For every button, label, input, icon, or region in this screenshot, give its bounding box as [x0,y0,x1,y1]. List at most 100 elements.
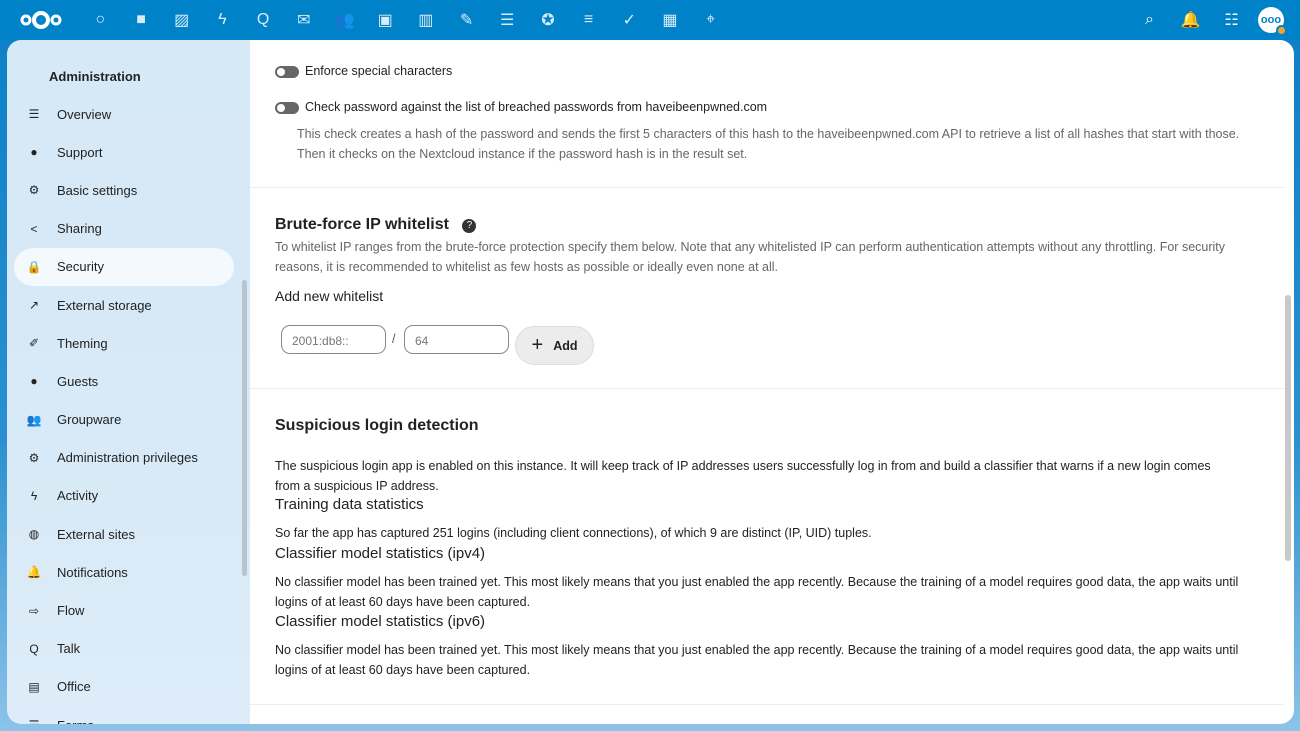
sidebar-item-overview[interactable]: ☰ Overview [14,95,234,133]
sidebar-item-label: Groupware [57,412,122,428]
globe-icon: ◍ [28,527,40,542]
enforce-special-row: Enforce special characters [275,64,1269,78]
groupware-icon: 👥 [26,412,42,427]
breached-toggle[interactable] [275,101,299,114]
ipv4-title: Classifier model statistics (ipv4) [275,545,486,562]
mail-icon[interactable]: ✉ [283,0,324,40]
plus-icon: + [531,334,544,356]
bell-icon: 🔔 [26,565,42,580]
sidebar-title: Administration [49,69,141,84]
help-icon[interactable]: ? [462,219,477,233]
contacts-icon[interactable]: 👥 [324,0,365,40]
add-whitelist-button[interactable]: + Add [515,326,594,365]
sidebar-item-sharing[interactable]: < Sharing [14,210,234,248]
sidebar-item-guests[interactable]: ● Guests [14,362,234,400]
notifications-icon[interactable]: 🔔 [1170,0,1211,40]
support-icon: ● [30,145,38,160]
sidebar-item-office[interactable]: ▤ Office [14,668,234,706]
sidebar-item-label: Guests [57,373,99,389]
external-icon: ↗ [28,298,40,313]
contacts-menu-icon[interactable]: ☷ [1211,0,1252,40]
sidebar-item-label: External sites [57,526,136,542]
talk-icon[interactable]: Q [243,0,284,40]
sidebar-item-administration-privileges[interactable]: ⚙ Administration privileges [14,439,234,477]
calendar-icon[interactable]: ▣ [365,0,406,40]
sidebar-item-label: Flow [57,603,85,619]
brush-icon: ✐ [28,336,40,351]
sidebar-item-label: External storage [57,297,152,313]
training-title: Training data statistics [275,496,424,513]
sidebar-item-flow[interactable]: ⇨ Flow [14,591,234,629]
files-icon[interactable]: ■ [121,0,162,40]
ipv4-text: No classifier model has been trained yet… [275,575,1239,609]
tasks-list-icon[interactable]: ≡ [568,0,609,40]
sidebar-item-label: Office [57,679,91,695]
search-icon[interactable]: ⌕ [1129,0,1170,40]
bruteforce-description: To whitelist IP ranges from the brute-fo… [275,240,1226,274]
sidebar-nav: ☰ Overview ● Support ⚙ Basic settings < Sharing… [14,95,234,724]
cospend-icon[interactable]: ✪ [528,0,569,40]
tasks-check-icon[interactable]: ✓ [609,0,650,40]
ipv6-title: Classifier model statistics (ipv6) [275,613,486,630]
activity-icon: ϟ [30,488,38,503]
suspicious-title: Suspicious login detection [275,417,479,434]
sidebar-item-activity[interactable]: ϟ Activity [14,477,234,515]
sidebar-item-label: Administration privileges [57,450,198,466]
header-right: ⌕ 🔔 ☷ ooo [1129,0,1300,40]
admin-icon: ⚙ [28,450,40,465]
sidebar-item-label: Overview [57,106,112,122]
content-scrollbar[interactable] [1285,295,1291,561]
sidebar-item-forms[interactable]: ☰ Forms [14,706,234,724]
sidebar-item-label: Sharing [57,221,102,237]
mask-input[interactable]: 64 [404,325,509,354]
sidebar-item-theming[interactable]: ✐ Theming [14,324,234,362]
sidebar-item-groupware[interactable]: 👥 Groupware [14,401,234,439]
office-icon: ▤ [28,679,40,694]
enforce-special-toggle[interactable] [275,65,299,78]
top-bar: ○ ■ ▨ ϟ Q ✉ 👥 ▣ ▥ ✎ ☰ ✪ ≡ ✓ ▦ ⌖ ⌕ 🔔 ☷ ooo [0,0,1300,40]
dashboard-icon[interactable]: ○ [80,0,121,40]
app-menu: ○ ■ ▨ ϟ Q ✉ 👥 ▣ ▥ ✎ ☰ ✪ ≡ ✓ ▦ ⌖ [80,0,731,40]
sidebar-item-label: Security [57,259,104,275]
list-icon: ☰ [28,107,40,122]
divider [250,388,1284,389]
gear-icon: ⚙ [28,183,40,198]
add-button-label: Add [553,338,578,353]
sidebar-item-security[interactable]: 🔒 Security [14,247,234,286]
app-frame: Administration ☰ Overview ● Support ⚙ Basic s… [7,40,1294,724]
sidebar-scrollbar[interactable] [242,280,247,576]
photos-icon[interactable]: ▨ [161,0,202,40]
sidebar-item-external-sites[interactable]: ◍ External sites [14,515,234,553]
status-away-icon [1276,25,1287,36]
bruteforce-title: Brute-force IP whitelist [275,216,449,233]
sidebar-item-basic-settings[interactable]: ⚙ Basic settings [14,171,234,209]
lock-icon: 🔒 [26,259,42,274]
forms-icon: ☰ [25,718,43,724]
share-icon: < [30,221,38,236]
sidebar-item-talk[interactable]: Q Talk [14,630,234,668]
breached-row: Check password against the list of breac… [275,100,1269,114]
breached-label: Check password against the list of breac… [305,100,768,114]
sidebar-item-notifications[interactable]: 🔔 Notifications [14,553,234,591]
main-content: Enforce special characters Check passwor… [250,40,1294,724]
sidebar-item-external-storage[interactable]: ↗ External storage [14,286,234,324]
sidebar-item-label: Basic settings [57,182,138,198]
sidebar-item-label: Theming [57,335,108,351]
breached-description: This check creates a hash of the passwor… [297,127,1240,161]
activity-icon[interactable]: ϟ [202,0,243,40]
sidebar-item-label: Talk [57,641,81,657]
training-text: So far the app has captured 251 logins (… [275,526,872,540]
deck-icon[interactable]: ☰ [487,0,528,40]
analytics-icon[interactable]: ▥ [406,0,447,40]
user-icon: ● [30,374,38,389]
maps-icon[interactable]: ⌖ [690,0,731,40]
avatar-initials: ooo [1260,14,1282,26]
nextcloud-logo-icon[interactable] [20,9,62,31]
ip-input[interactable]: 2001:db8:: [281,325,386,354]
notes-icon[interactable]: ✎ [446,0,487,40]
divider [250,704,1284,705]
sidebar-item-label: Notifications [57,564,128,580]
tables-icon[interactable]: ▦ [650,0,691,40]
sidebar-item-support[interactable]: ● Support [14,133,234,171]
avatar[interactable]: ooo [1258,7,1287,36]
